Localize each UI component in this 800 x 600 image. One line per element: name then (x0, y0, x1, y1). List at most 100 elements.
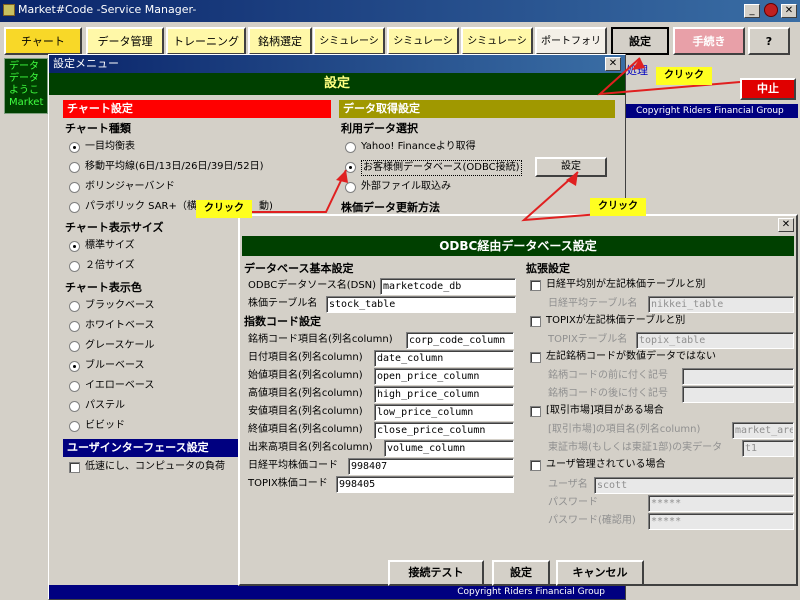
market-field-checkbox[interactable] (530, 406, 541, 417)
connection-test-button[interactable]: 接続テスト (388, 560, 484, 586)
help-button[interactable]: ? (748, 27, 790, 55)
nikkei-table-input[interactable]: nikkei_table (648, 296, 794, 313)
market-column-input[interactable]: market_area (732, 422, 794, 439)
low-price-input[interactable]: low_price_column (374, 404, 514, 421)
close-price-input[interactable]: close_price_column (374, 422, 514, 439)
radio-pastel[interactable] (69, 401, 80, 412)
stock-table-input[interactable]: stock_table (326, 296, 516, 313)
main-window-title: Market#Code -Service Manager- (18, 3, 197, 16)
settings-button[interactable]: 設定 (611, 27, 669, 55)
user-managed-label: ユーザ管理されている場合 (546, 459, 666, 470)
chart-color-7: ビビッド (85, 420, 125, 431)
settings-menu-title: 設定メニュー (53, 57, 119, 70)
tab-simulation-1[interactable]: シミュレーション1 (313, 27, 385, 73)
user-managed-checkbox[interactable] (530, 460, 541, 471)
odbc-dialog: ✕ ODBC経由データベース設定 データベース基本設定 ODBCデータソース名(… (238, 214, 798, 586)
process-link[interactable]: 処理 (626, 62, 648, 78)
data-source-2: お客様側データベース(ODBC接続) (361, 160, 522, 176)
radio-vivid[interactable] (69, 421, 80, 432)
callout-click-1: クリック (656, 67, 712, 85)
code-prefix-input[interactable] (682, 368, 794, 385)
corp-code-input[interactable]: corp_code_column (406, 332, 514, 349)
tab-simulation-3[interactable]: シミュレーション3 (461, 27, 533, 73)
volume-input[interactable]: volume_column (384, 440, 514, 457)
settings-menu-close-icon[interactable]: ✕ (605, 57, 621, 71)
code-suffix-label: 銘柄コードの後に付く記号 (548, 388, 668, 399)
minimize-icon[interactable]: _ (744, 4, 760, 18)
volume-label: 出来高項目名(列名column) (248, 442, 373, 453)
dsn-input[interactable]: marketcode_db (380, 278, 516, 295)
stock-table-label: 株価テーブル名 (248, 298, 318, 309)
nikkei-separate-checkbox[interactable] (530, 280, 541, 291)
radio-white-base[interactable] (69, 321, 80, 332)
tab-data-management[interactable]: データ管理 (86, 27, 164, 55)
date-input[interactable]: date_column (374, 350, 514, 367)
chart-type-3: ボリンジャーバンド (85, 181, 175, 192)
topix-code-label: TOPIX株価コード (248, 478, 328, 489)
procedure-button[interactable]: 手続き (673, 27, 745, 55)
close-price-label: 終値項目名(列名column) (248, 424, 363, 435)
settings-header: 設定 (49, 73, 625, 95)
radio-double-size[interactable] (69, 261, 80, 272)
non-numeric-code-label: 左記銘柄コードが数値データではない (546, 351, 716, 362)
odbc-close-icon[interactable]: ✕ (778, 218, 794, 232)
radio-blue-base[interactable] (69, 361, 80, 372)
high-price-label: 高値項目名(列名column) (248, 388, 363, 399)
close-icon[interactable]: ✕ (781, 4, 797, 18)
chart-size-label: チャート表示サイズ (65, 221, 164, 234)
nikkei-code-input[interactable]: 998407 (348, 458, 514, 475)
app-icon (3, 4, 15, 16)
low-speed-checkbox[interactable] (69, 462, 80, 473)
data-source-3: 外部ファイル取込み (361, 181, 451, 192)
password-confirm-input[interactable]: ***** (648, 513, 794, 530)
chart-color-6: パステル (85, 400, 125, 411)
main-copyright: Copyright Riders Financial Group (626, 104, 798, 118)
data-use-label: 利用データ選択 (341, 122, 418, 135)
radio-black-base[interactable] (69, 301, 80, 312)
radio-ichimoku[interactable] (69, 142, 80, 153)
chart-color-1: ブラックベース (85, 300, 155, 311)
radio-standard-size[interactable] (69, 241, 80, 252)
tse-data-input[interactable]: t1 (742, 440, 794, 457)
radio-grayscale[interactable] (69, 341, 80, 352)
tab-portfolio[interactable]: ポートフォリオ (535, 27, 607, 73)
tab-stock-selection[interactable]: 銘柄選定 (248, 27, 312, 55)
topix-separate-checkbox[interactable] (530, 316, 541, 327)
radio-moving-average[interactable] (69, 162, 80, 173)
high-price-input[interactable]: high_price_column (374, 386, 514, 403)
password-confirm-label: パスワード(確認用) (548, 515, 636, 526)
odbc-set-button[interactable]: 設定 (492, 560, 550, 586)
chart-type-4: パラボリック SAR+（横 (85, 201, 197, 212)
tab-simulation-2[interactable]: シミュレーション2 (387, 27, 459, 73)
tab-chart[interactable]: チャート (4, 27, 82, 55)
odbc-title: ODBC経由データベース設定 (242, 236, 794, 256)
left-text-2: データ (9, 73, 39, 84)
stop-button[interactable]: 中止 (740, 78, 796, 100)
topix-separate-label: TOPIXが左記株価テーブルと別 (546, 315, 686, 326)
tse-data-label: 東証市場(もしくは東証1部)の実データ (548, 442, 723, 453)
update-method-label: 株価データ更新方法 (341, 201, 440, 214)
radio-yahoo[interactable] (345, 142, 356, 153)
radio-bollinger[interactable] (69, 182, 80, 193)
non-numeric-code-checkbox[interactable] (530, 352, 541, 363)
tab-training[interactable]: トレーニング (166, 27, 246, 55)
odbc-cancel-button[interactable]: キャンセル (556, 560, 644, 586)
topix-code-input[interactable]: 998405 (336, 476, 514, 493)
radio-external-file[interactable] (345, 182, 356, 193)
chart-section-header: チャート設定 (63, 100, 331, 118)
callout-click-3: クリック (590, 198, 646, 216)
date-label: 日付項目名(列名column) (248, 352, 363, 363)
corp-code-label: 銘柄コード項目名(列名column) (248, 334, 393, 345)
code-prefix-label: 銘柄コードの前に付く記号 (548, 370, 668, 381)
radio-yellow-base[interactable] (69, 381, 80, 392)
password-input[interactable]: ***** (648, 495, 794, 512)
code-suffix-input[interactable] (682, 386, 794, 403)
radio-odbc[interactable] (345, 162, 356, 173)
radio-parabolic[interactable] (69, 202, 80, 213)
chart-color-2: ホワイトベース (85, 320, 155, 331)
data-settings-button[interactable]: 設定 (535, 157, 607, 177)
topix-table-input[interactable]: topix_table (636, 332, 794, 349)
app-tray-icon (764, 3, 778, 17)
username-input[interactable]: scott (594, 477, 794, 494)
open-price-input[interactable]: open_price_column (374, 368, 514, 385)
